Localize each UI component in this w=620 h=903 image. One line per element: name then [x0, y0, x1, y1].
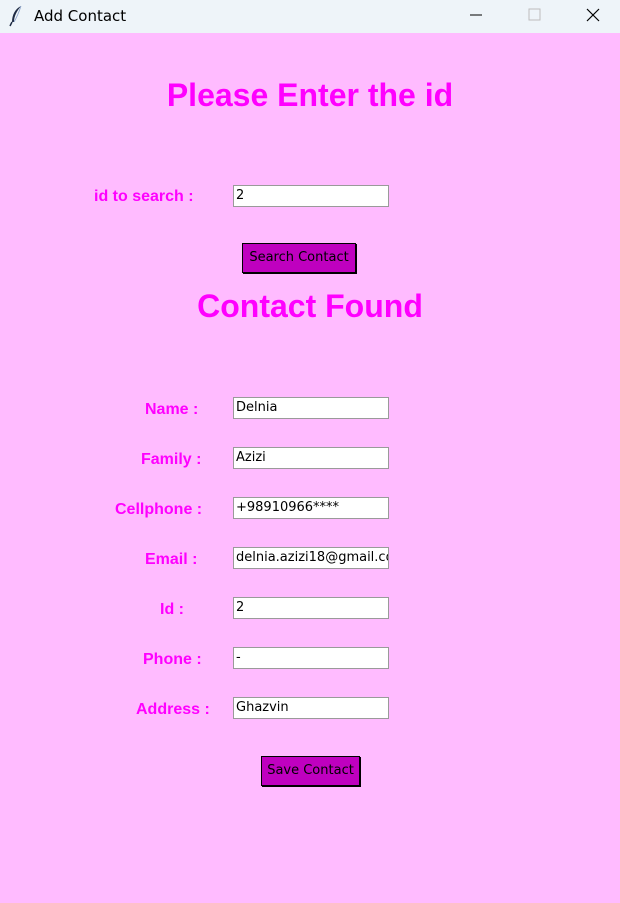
email-label: Email : — [145, 551, 198, 568]
id-search-label: id to search : — [94, 188, 194, 205]
address-field[interactable]: Ghazvin — [233, 697, 389, 719]
close-button[interactable] — [569, 0, 615, 33]
result-heading: Contact Found — [197, 288, 423, 324]
feather-icon — [8, 5, 26, 27]
id-label: Id : — [160, 601, 184, 618]
id-search-input[interactable]: 2 — [233, 185, 389, 207]
maximize-button[interactable] — [511, 0, 557, 33]
address-label: Address : — [136, 701, 210, 718]
maximize-icon — [528, 8, 541, 21]
name-field[interactable]: Delnia — [233, 397, 389, 419]
search-contact-button[interactable]: Search Contact — [242, 243, 356, 273]
cellphone-label: Cellphone : — [115, 501, 203, 518]
minimize-button[interactable] — [454, 0, 500, 33]
close-icon — [586, 8, 600, 22]
cellphone-field[interactable]: +98910966**** — [233, 497, 389, 519]
phone-label: Phone : — [143, 651, 202, 668]
family-label: Family : — [141, 451, 202, 468]
id-field[interactable]: 2 — [233, 597, 389, 619]
window-content: Please Enter the id id to search : 2 Sea… — [0, 33, 620, 903]
name-label: Name : — [145, 401, 199, 418]
email-field[interactable]: delnia.azizi18@gmail.com — [233, 547, 389, 569]
phone-field[interactable]: - — [233, 647, 389, 669]
save-contact-button[interactable]: Save Contact — [261, 756, 360, 786]
window-title: Add Contact — [34, 7, 127, 25]
title-bar: Add Contact — [0, 0, 620, 33]
family-field[interactable]: Azizi — [233, 447, 389, 469]
search-heading: Please Enter the id — [166, 77, 454, 113]
minimize-icon — [470, 14, 482, 16]
